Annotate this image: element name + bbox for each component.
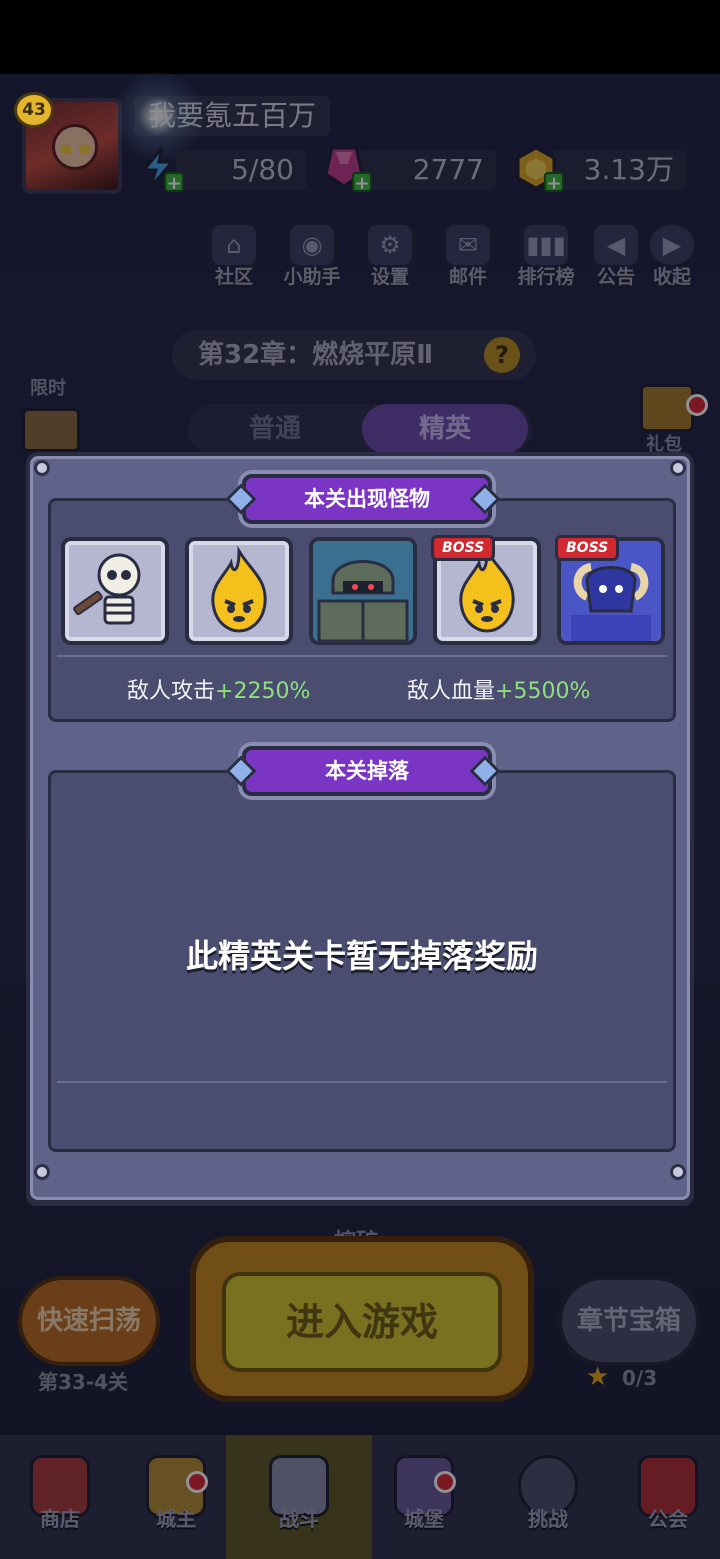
chapter-chest-button[interactable]: 章节宝箱 <box>558 1276 700 1366</box>
monsters-section-title: 本关出现怪物 <box>304 487 430 511</box>
help-icon[interactable]: ? <box>484 337 520 373</box>
monsters-panel: BOSS BOSS 敌人攻击+2250% 敌人血量+5500% <box>48 498 676 722</box>
chapter-title: 第32章：燃烧平原Ⅱ <box>198 340 434 370</box>
star-icon: ★ <box>586 1362 610 1392</box>
gold-counter: 3.13万 <box>552 150 686 190</box>
menu-ranking-label: 排行榜 <box>517 266 575 288</box>
monster-armored-knight[interactable] <box>309 537 417 645</box>
enemy-attack-value: +2250% <box>215 679 311 704</box>
menu-settings-button[interactable]: ⚙ 设置 <box>354 222 426 294</box>
corner-rivet <box>34 460 50 476</box>
enemy-hp-label: 敌人血量 <box>407 679 496 704</box>
nav-battle[interactable]: 战斗 <box>226 1435 372 1559</box>
status-bar <box>0 0 720 74</box>
panel-divider <box>57 1081 667 1083</box>
monster-horned-demon-boss[interactable]: BOSS <box>555 535 665 645</box>
drops-section-title: 本关掉落 <box>325 759 409 783</box>
add-gold-button[interactable]: + <box>544 172 564 193</box>
nav-challenge-label: 挑战 <box>528 1507 568 1531</box>
enemy-hp-value: +5500% <box>495 679 591 704</box>
drops-panel: 此精英关卡暂无掉落奖励 <box>48 770 676 1152</box>
enter-game-label: 进入游戏 <box>222 1272 502 1372</box>
nav-shop[interactable]: 商店 <box>0 1435 120 1559</box>
corner-rivet <box>34 1164 50 1180</box>
menu-assistant-button[interactable]: ◉ 小助手 <box>276 222 348 294</box>
nav-guild-label: 公会 <box>648 1507 688 1531</box>
castle-notification-dot <box>434 1471 456 1493</box>
quick-sweep-button[interactable]: 快速扫荡 <box>18 1276 160 1366</box>
avatar-face <box>52 124 98 170</box>
bottom-navigation: 商店 城主 战斗 城堡 挑战 公会 <box>0 1432 720 1559</box>
nav-shop-label: 商店 <box>40 1507 80 1531</box>
chapter-title-bar: 第32章：燃烧平原Ⅱ ? <box>172 330 536 380</box>
monster-fire-spirit[interactable] <box>185 537 293 645</box>
avatar-eye-left <box>61 145 71 153</box>
mode-tabs: 普通 精英 <box>188 404 532 454</box>
avatar-eye-right <box>79 145 89 153</box>
menu-community-label: 社区 <box>214 266 253 288</box>
nav-castle[interactable]: 城堡 <box>364 1435 484 1559</box>
drops-section-header: 本关掉落 <box>242 746 492 796</box>
nav-lord-label: 城主 <box>156 1507 196 1531</box>
nav-battle-label: 战斗 <box>279 1507 319 1531</box>
armored-knight-icon <box>313 541 413 641</box>
player-level-badge: 43 <box>14 92 54 128</box>
add-energy-button[interactable]: + <box>164 172 184 193</box>
no-drops-message: 此精英关卡暂无掉落奖励 <box>185 937 538 975</box>
monster-fire-spirit-boss[interactable]: BOSS <box>431 535 541 645</box>
menu-ranking-button[interactable]: ▮▮▮ 排行榜 <box>510 222 582 294</box>
tab-normal[interactable]: 普通 <box>192 404 358 454</box>
nav-castle-label: 城堡 <box>404 1507 444 1531</box>
boss-badge: BOSS <box>555 535 620 561</box>
menu-community-button[interactable]: ⌂ 社区 <box>198 222 270 294</box>
lord-notification-dot <box>186 1471 208 1493</box>
monster-skeleton-warrior[interactable] <box>61 537 169 645</box>
boss-badge: BOSS <box>431 535 496 561</box>
stage-info-modal: BOSS BOSS 敌人攻击+2250% 敌人血量+5500% 本关出现怪物 此… <box>26 452 694 1204</box>
menu-mail-label: 邮件 <box>448 266 487 288</box>
gem-counter: 2777 <box>360 150 496 190</box>
menu-collapse-button[interactable]: ▶ 收起 <box>636 222 708 294</box>
chest-progress: 0/3 <box>622 1366 658 1390</box>
monsters-section-header: 本关出现怪物 <box>242 474 492 524</box>
tab-elite[interactable]: 精英 <box>362 404 528 454</box>
corner-rivet <box>670 1164 686 1180</box>
fire-spirit-icon <box>211 545 267 633</box>
nav-guild[interactable]: 公会 <box>608 1435 720 1559</box>
gift-notification-dot <box>686 394 708 416</box>
menu-mail-button[interactable]: ✉ 邮件 <box>432 222 504 294</box>
limited-label: 限时 <box>30 378 66 399</box>
menu-collapse-label: 收起 <box>652 266 691 288</box>
add-gems-button[interactable]: + <box>352 172 372 193</box>
enemy-attack-label: 敌人攻击 <box>127 679 216 704</box>
nav-lord[interactable]: 城主 <box>116 1435 236 1559</box>
corner-rivet <box>670 460 686 476</box>
energy-counter: 5/80 <box>176 150 306 190</box>
enter-game-button[interactable]: 进入游戏 <box>190 1236 534 1402</box>
panel-divider <box>57 655 667 657</box>
menu-settings-label: 设置 <box>370 266 409 288</box>
menu-assistant-label: 小助手 <box>283 266 341 288</box>
enemy-hp-stat: 敌人血量+5500% <box>407 673 590 705</box>
treasure-chest-icon[interactable] <box>22 408 80 452</box>
skeleton-icon <box>73 553 141 625</box>
enemy-attack-stat: 敌人攻击+2250% <box>127 673 310 705</box>
sweep-stage-label: 第33-4关 <box>38 1370 129 1394</box>
nav-challenge[interactable]: 挑战 <box>488 1435 608 1559</box>
